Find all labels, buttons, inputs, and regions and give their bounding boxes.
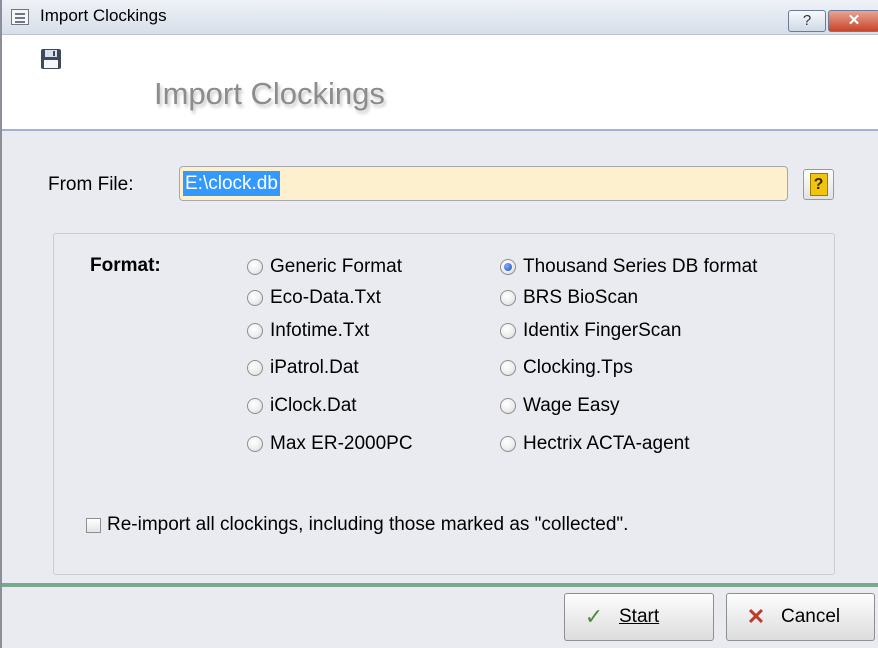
radio-label: Clocking.Tps bbox=[523, 357, 633, 379]
radio-button[interactable] bbox=[500, 398, 516, 414]
footer-divider bbox=[2, 583, 878, 587]
start-button[interactable]: ✓ Start bbox=[564, 593, 714, 641]
radio-label: Eco-Data.Txt bbox=[270, 287, 381, 309]
reimport-label: Re-import all clockings, including those… bbox=[107, 514, 628, 536]
radio-button[interactable] bbox=[247, 290, 263, 306]
reimport-checkbox[interactable] bbox=[86, 518, 101, 533]
radio-label: Max ER-2000PC bbox=[270, 433, 413, 455]
help-icon: ? bbox=[810, 173, 828, 196]
radio-label: iClock.Dat bbox=[270, 395, 357, 417]
radio-button[interactable] bbox=[247, 323, 263, 339]
radio-button[interactable] bbox=[247, 398, 263, 414]
radio-iclock[interactable]: iClock.Dat bbox=[247, 393, 357, 419]
radio-label: Hectrix ACTA-agent bbox=[523, 433, 689, 455]
format-group: Format: Generic Format Eco-Data.Txt Info… bbox=[53, 233, 835, 575]
header-panel: Import Clockings bbox=[2, 35, 878, 131]
window-menu-icon[interactable] bbox=[11, 9, 29, 25]
start-button-label: Start bbox=[619, 606, 659, 628]
radio-brs-bioscan[interactable]: BRS BioScan bbox=[500, 285, 638, 311]
radio-label: Wage Easy bbox=[523, 395, 619, 417]
radio-infotime[interactable]: Infotime.Txt bbox=[247, 318, 369, 344]
radio-label: Generic Format bbox=[270, 256, 402, 278]
radio-button[interactable] bbox=[500, 290, 516, 306]
header-title: Import Clockings bbox=[154, 76, 385, 112]
import-clockings-window: Import Clockings ? ✕ Import Clockings Fr… bbox=[0, 0, 878, 648]
radio-button[interactable] bbox=[247, 360, 263, 376]
cancel-button-label: Cancel bbox=[781, 606, 840, 628]
radio-thousand-series-db[interactable]: Thousand Series DB format bbox=[500, 254, 757, 280]
radio-label: Infotime.Txt bbox=[270, 320, 369, 342]
radio-label: BRS BioScan bbox=[523, 287, 638, 309]
radio-identix-fingerscan[interactable]: Identix FingerScan bbox=[500, 318, 681, 344]
check-icon: ✓ bbox=[579, 604, 609, 630]
radio-button[interactable] bbox=[500, 323, 516, 339]
cancel-button[interactable]: ✕ Cancel bbox=[726, 593, 875, 641]
title-close-button[interactable]: ✕ bbox=[828, 10, 878, 32]
radio-label: iPatrol.Dat bbox=[270, 357, 359, 379]
title-help-button[interactable]: ? bbox=[788, 10, 826, 32]
radio-generic-format[interactable]: Generic Format bbox=[247, 254, 402, 280]
radio-eco-data[interactable]: Eco-Data.Txt bbox=[247, 285, 381, 311]
from-file-label: From File: bbox=[48, 174, 134, 196]
radio-clocking-tps[interactable]: Clocking.Tps bbox=[500, 355, 633, 381]
format-label: Format: bbox=[90, 255, 161, 277]
radio-button[interactable] bbox=[247, 259, 263, 275]
window-title: Import Clockings bbox=[40, 6, 167, 26]
file-help-button[interactable]: ? bbox=[803, 169, 834, 200]
radio-button[interactable] bbox=[500, 436, 516, 452]
floppy-disk-icon bbox=[40, 48, 62, 70]
radio-hectrix-acta-agent[interactable]: Hectrix ACTA-agent bbox=[500, 431, 689, 457]
radio-label: Thousand Series DB format bbox=[523, 256, 757, 278]
from-file-selected-text: E:\clock.db bbox=[183, 171, 280, 196]
close-icon: ✕ bbox=[741, 604, 771, 630]
reimport-checkbox-row[interactable]: Re-import all clockings, including those… bbox=[86, 512, 628, 538]
radio-wage-easy[interactable]: Wage Easy bbox=[500, 393, 619, 419]
radio-button[interactable] bbox=[500, 360, 516, 376]
title-bar[interactable]: Import Clockings ? ✕ bbox=[2, 0, 878, 35]
radio-max-er-2000pc[interactable]: Max ER-2000PC bbox=[247, 431, 413, 457]
radio-button-selected[interactable] bbox=[500, 259, 516, 275]
radio-ipatrol[interactable]: iPatrol.Dat bbox=[247, 355, 359, 381]
radio-button[interactable] bbox=[247, 436, 263, 452]
radio-label: Identix FingerScan bbox=[523, 320, 681, 342]
